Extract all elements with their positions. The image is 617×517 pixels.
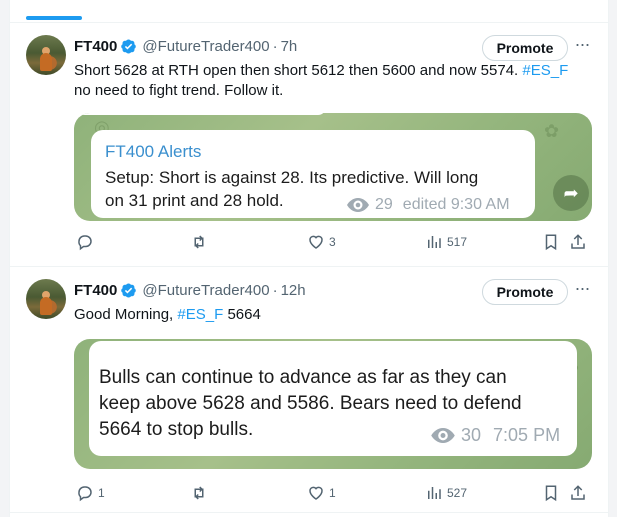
timestamp[interactable]: 12h — [281, 282, 306, 299]
tweet-text: Short 5628 at RTH open then short 5612 t… — [74, 61, 594, 101]
bookmark-icon — [545, 485, 557, 502]
like-icon — [309, 235, 323, 249]
repost-button[interactable] — [190, 484, 212, 502]
message-sender: FT400 Alerts — [105, 142, 202, 161]
reply-count: 1 — [98, 486, 105, 500]
tweet-1[interactable]: FT400 @FutureTrader400 · 7h Promote ··· … — [10, 23, 608, 267]
tweet-text-suffix: 5664 — [227, 306, 261, 323]
forward-icon: ➦ — [553, 175, 589, 211]
message-meta: 29 edited 9:30 AM — [347, 196, 510, 214]
reply-button[interactable]: 1 — [76, 484, 105, 502]
avatar[interactable] — [26, 35, 66, 75]
hashtag-link[interactable]: #ES_F — [522, 62, 568, 79]
repost-icon — [194, 235, 204, 249]
like-count: 3 — [329, 235, 336, 249]
tweet-text-prefix: Good Morning, — [74, 306, 174, 323]
bookmark-button[interactable] — [542, 233, 564, 251]
more-icon[interactable]: ··· — [572, 35, 592, 57]
tweet-actions: 1 1 527 — [74, 483, 594, 503]
separator-dot: · — [272, 281, 278, 299]
message-views: 29 — [375, 196, 393, 213]
display-name[interactable]: FT400 — [74, 282, 117, 299]
like-button[interactable]: 3 — [307, 233, 336, 251]
message-line-1: Bulls can continue to advance as far as … — [99, 367, 507, 388]
repost-button[interactable] — [190, 233, 212, 251]
promote-button[interactable]: Promote — [482, 279, 568, 305]
views-icon — [428, 487, 441, 499]
top-tab-bar — [10, 0, 608, 23]
message-line-3: 5664 to stop bulls. — [99, 419, 254, 440]
tweet-media-image[interactable]: ✿ ◎ FT400 Alerts Setup: Short is against… — [74, 113, 592, 221]
message-edited-time: edited 9:30 AM — [402, 196, 510, 213]
tweet-text-main: Short 5628 at RTH open then short 5612 t… — [74, 62, 519, 79]
share-button[interactable] — [569, 233, 591, 251]
share-icon — [571, 234, 585, 249]
tweet-media-image[interactable]: ✿ ◎ Bulls can continue to advance as far… — [74, 339, 592, 469]
bookmark-icon — [545, 234, 557, 251]
message-views: 30 — [461, 425, 482, 445]
avatar[interactable] — [26, 279, 66, 319]
eye-icon — [347, 198, 369, 212]
views-button[interactable]: 527 — [425, 484, 467, 502]
view-count: 527 — [447, 486, 468, 500]
promote-button[interactable]: Promote — [482, 35, 568, 61]
telegram-message-bubble: FT400 Alerts Setup: Short is against 28.… — [91, 130, 535, 218]
message-meta: 30 7:05 PM — [431, 425, 560, 446]
display-name[interactable]: FT400 — [74, 38, 117, 55]
message-line-1: Setup: Short is against 28. Its predicti… — [105, 168, 479, 187]
verified-badge-icon — [121, 39, 137, 53]
hashtag-link[interactable]: #ES_F — [177, 306, 223, 323]
like-count: 1 — [329, 486, 336, 500]
tweet-actions: 3 517 — [74, 232, 594, 252]
views-icon — [428, 236, 441, 248]
message-time: 7:05 PM — [493, 425, 561, 445]
share-button[interactable] — [569, 484, 591, 502]
user-handle[interactable]: @FutureTrader400 — [142, 282, 269, 299]
tweet-header: FT400 @FutureTrader400 · 7h — [74, 36, 297, 56]
message-line-2: keep above 5628 and 5586. Bears need to … — [99, 393, 522, 414]
timeline-feed: FT400 @FutureTrader400 · 7h Promote ··· … — [9, 0, 609, 517]
tweet-text: Good Morning, #ES_F 5664 — [74, 305, 594, 325]
view-count: 517 — [447, 235, 468, 249]
previous-message-bubble — [76, 113, 326, 115]
telegram-message-bubble: Bulls can continue to advance as far as … — [89, 341, 577, 456]
tweet-2[interactable]: FT400 @FutureTrader400 · 12h Promote ···… — [10, 267, 608, 513]
reply-button[interactable] — [76, 233, 98, 251]
separator-dot: · — [272, 37, 278, 55]
user-handle[interactable]: @FutureTrader400 — [142, 38, 269, 55]
tweet-header: FT400 @FutureTrader400 · 12h — [74, 280, 306, 300]
more-icon[interactable]: ··· — [572, 279, 592, 301]
like-icon — [309, 486, 323, 500]
tweet-text-line2: no need to fight trend. Follow it. — [74, 82, 284, 99]
verified-badge-icon — [121, 283, 137, 297]
active-tab-indicator — [26, 16, 82, 20]
share-icon — [571, 485, 585, 500]
timestamp[interactable]: 7h — [281, 38, 298, 55]
reply-icon — [78, 486, 92, 502]
views-button[interactable]: 517 — [425, 233, 467, 251]
eye-icon — [431, 428, 455, 443]
bookmark-button[interactable] — [542, 484, 564, 502]
repost-icon — [194, 486, 204, 500]
message-line-2: on 31 print and 28 hold. — [105, 191, 284, 210]
reply-icon — [78, 235, 92, 251]
like-button[interactable]: 1 — [307, 484, 336, 502]
